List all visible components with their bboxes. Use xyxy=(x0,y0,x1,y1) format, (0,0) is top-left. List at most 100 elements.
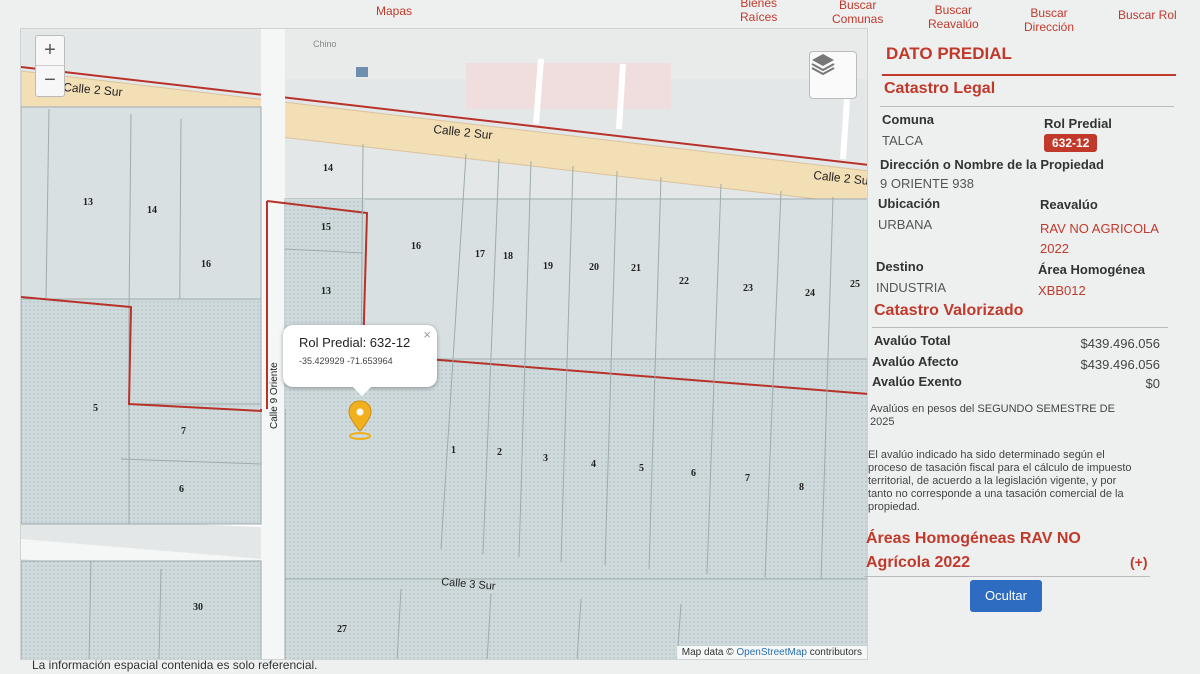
bus-stop-icon xyxy=(356,67,368,77)
location-marker-icon[interactable] xyxy=(348,400,372,440)
lot-number: 13 xyxy=(321,286,331,297)
layers-button[interactable] xyxy=(809,51,857,99)
avaluos-note: Avalúos en pesos del SEGUNDO SEMESTRE DE… xyxy=(870,403,1115,429)
nav-reavaluo-line2: Reavalúo xyxy=(928,17,979,31)
map-disclaimer: La información espacial contenida es sol… xyxy=(32,658,318,672)
lot-number: 6 xyxy=(179,484,184,495)
layers-icon xyxy=(811,54,835,76)
ocultar-button[interactable]: Ocultar xyxy=(970,580,1042,612)
catastro-legal-title: Catastro Legal xyxy=(884,80,996,97)
nav-mapas[interactable]: Mapas xyxy=(376,4,412,18)
attribution-suffix: contributors xyxy=(806,647,862,658)
property-popup: Rol Predial: 632-12 -35.429929 -71.65396… xyxy=(283,325,437,396)
lot-number: 16 xyxy=(201,259,211,270)
disclaimer-line2: proceso de tasación fiscal para el cálcu… xyxy=(868,462,1132,474)
direccion-label: Dirección o Nombre de la Propiedad xyxy=(880,157,1104,172)
avaluo-afecto-value: $439.496.056 xyxy=(1080,357,1160,372)
lot-number: 25 xyxy=(850,279,860,290)
disclaimer-line1: El avalúo indicado ha sido determinado s… xyxy=(868,449,1105,461)
avaluos-note-line2: 2025 xyxy=(870,416,895,428)
nav-mapas-label: Mapas xyxy=(376,4,413,18)
lot-number: 24 xyxy=(805,288,815,299)
lot-number: 8 xyxy=(799,482,804,493)
legal-divider xyxy=(880,106,1174,107)
lot-number: 17 xyxy=(475,249,485,260)
destino-label: Destino xyxy=(876,259,924,274)
popup-title: Rol Predial: 632-12 xyxy=(299,335,411,350)
areas-divider xyxy=(864,576,1150,577)
zoom-out-button[interactable]: − xyxy=(36,66,64,96)
lot-number: 18 xyxy=(503,251,513,262)
nav-bienes-raices[interactable]: Bienes Raíces xyxy=(740,0,777,24)
lot-number: 16 xyxy=(411,241,421,252)
lot-number: 22 xyxy=(679,276,689,287)
valorizado-divider xyxy=(872,327,1168,328)
nav-comunas-line2: Comunas xyxy=(832,12,884,26)
property-info-panel: DATO PREDIAL Catastro Legal Comuna Rol P… xyxy=(862,36,1180,666)
catastro-valorizado-title: Catastro Valorizado xyxy=(874,302,1024,319)
map-canvas[interactable]: Calle 2 Sur Calle 2 Sur Calle 2 Su Calle… xyxy=(21,29,868,660)
zoom-control: + − xyxy=(35,35,65,97)
street-label-9-oriente: Calle 9 Oriente xyxy=(269,362,280,429)
ubicacion-label: Ubicación xyxy=(878,196,941,211)
reavaluo-label: Reavalúo xyxy=(1040,197,1098,212)
openstreetmap-link[interactable]: OpenStreetMap xyxy=(736,647,807,658)
street-label-chino: Chino xyxy=(313,39,337,49)
lot-number: 2 xyxy=(497,447,502,458)
panel-title: DATO PREDIAL xyxy=(886,44,1012,63)
title-divider xyxy=(882,74,1176,76)
lot-number: 7 xyxy=(181,426,186,437)
map-attribution: Map data © OpenStreetMap contributors xyxy=(676,646,867,659)
avaluo-exento-label: Avalúo Exento xyxy=(872,374,962,389)
popup-close-button[interactable]: × xyxy=(423,327,431,342)
lot-number: 13 xyxy=(83,197,93,208)
rol-predial-label: Rol Predial xyxy=(1044,116,1112,131)
building-north xyxy=(466,63,671,109)
popup-coordinates: -35.429929 -71.653964 xyxy=(299,356,393,366)
destino-value: INDUSTRIA xyxy=(876,280,947,295)
lot-number: 14 xyxy=(323,163,333,174)
nav-direccion-line1: Buscar xyxy=(1030,6,1068,20)
avaluo-disclaimer: El avalúo indicado ha sido determinado s… xyxy=(868,449,1132,514)
nav-comunas-line1: Buscar xyxy=(839,0,877,12)
expand-button[interactable]: (+) xyxy=(1130,554,1148,570)
lot-number: 5 xyxy=(639,463,644,474)
nav-buscar-comunas[interactable]: Buscar Comunas xyxy=(832,0,883,26)
zoom-in-button[interactable]: + xyxy=(36,36,64,66)
direccion-value: 9 ORIENTE 938 xyxy=(880,176,974,191)
avaluo-total-label: Avalúo Total xyxy=(874,333,951,348)
nav-direccion-line2: Dirección xyxy=(1024,20,1075,34)
area-homogenea-value: XBB012 xyxy=(1038,283,1086,298)
areas-title-line1: Áreas Homogéneas RAV NO xyxy=(866,530,1081,547)
lot-number: 5 xyxy=(93,403,98,414)
areas-title-line2: Agrícola 2022 xyxy=(866,554,971,571)
rol-predial-badge: 632-12 xyxy=(1044,134,1098,152)
lot-number: 19 xyxy=(543,261,553,272)
lot-number: 15 xyxy=(321,222,331,233)
areas-homogeneas-title[interactable]: Áreas Homogéneas RAV NO Agrícola 2022 xyxy=(866,527,1081,575)
lot-number: 27 xyxy=(337,624,347,635)
lot-number: 7 xyxy=(745,473,750,484)
lot-number: 1 xyxy=(451,445,456,456)
nav-rol-label: Buscar Rol xyxy=(1118,8,1177,22)
avaluo-total-value: $439.496.056 xyxy=(1080,336,1160,351)
lot-number: 6 xyxy=(691,468,696,479)
disclaimer-line4: tanto no corresponde a una tasación come… xyxy=(868,488,1124,500)
lot-number: 4 xyxy=(591,459,596,470)
nav-bienes-line1: Bienes xyxy=(740,0,778,10)
nav-buscar-direccion[interactable]: Buscar Dirección xyxy=(1024,6,1074,34)
nav-reavaluo-line1: Buscar xyxy=(934,3,973,17)
lot-number: 30 xyxy=(193,602,203,613)
map-viewport[interactable]: Calle 2 Sur Calle 2 Sur Calle 2 Su Calle… xyxy=(20,28,868,660)
disclaimer-line5: propiedad. xyxy=(868,501,920,513)
nav-buscar-rol[interactable]: Buscar Rol xyxy=(1118,8,1177,22)
lot-number: 3 xyxy=(543,453,548,464)
nav-bienes-line2: Raíces xyxy=(740,10,778,24)
lot-number: 20 xyxy=(589,262,599,273)
avaluos-note-line1: Avalúos en pesos del SEGUNDO SEMESTRE DE xyxy=(870,403,1115,415)
avaluo-afecto-label: Avalúo Afecto xyxy=(872,354,959,369)
ubicacion-value: URBANA xyxy=(878,217,933,232)
reavaluo-value: RAV NO AGRICOLA xyxy=(1040,221,1159,236)
disclaimer-line3: territorial, de acuerdo a la legislación… xyxy=(868,475,1117,487)
nav-buscar-reavaluo[interactable]: Buscar Reavalúo xyxy=(928,3,979,31)
